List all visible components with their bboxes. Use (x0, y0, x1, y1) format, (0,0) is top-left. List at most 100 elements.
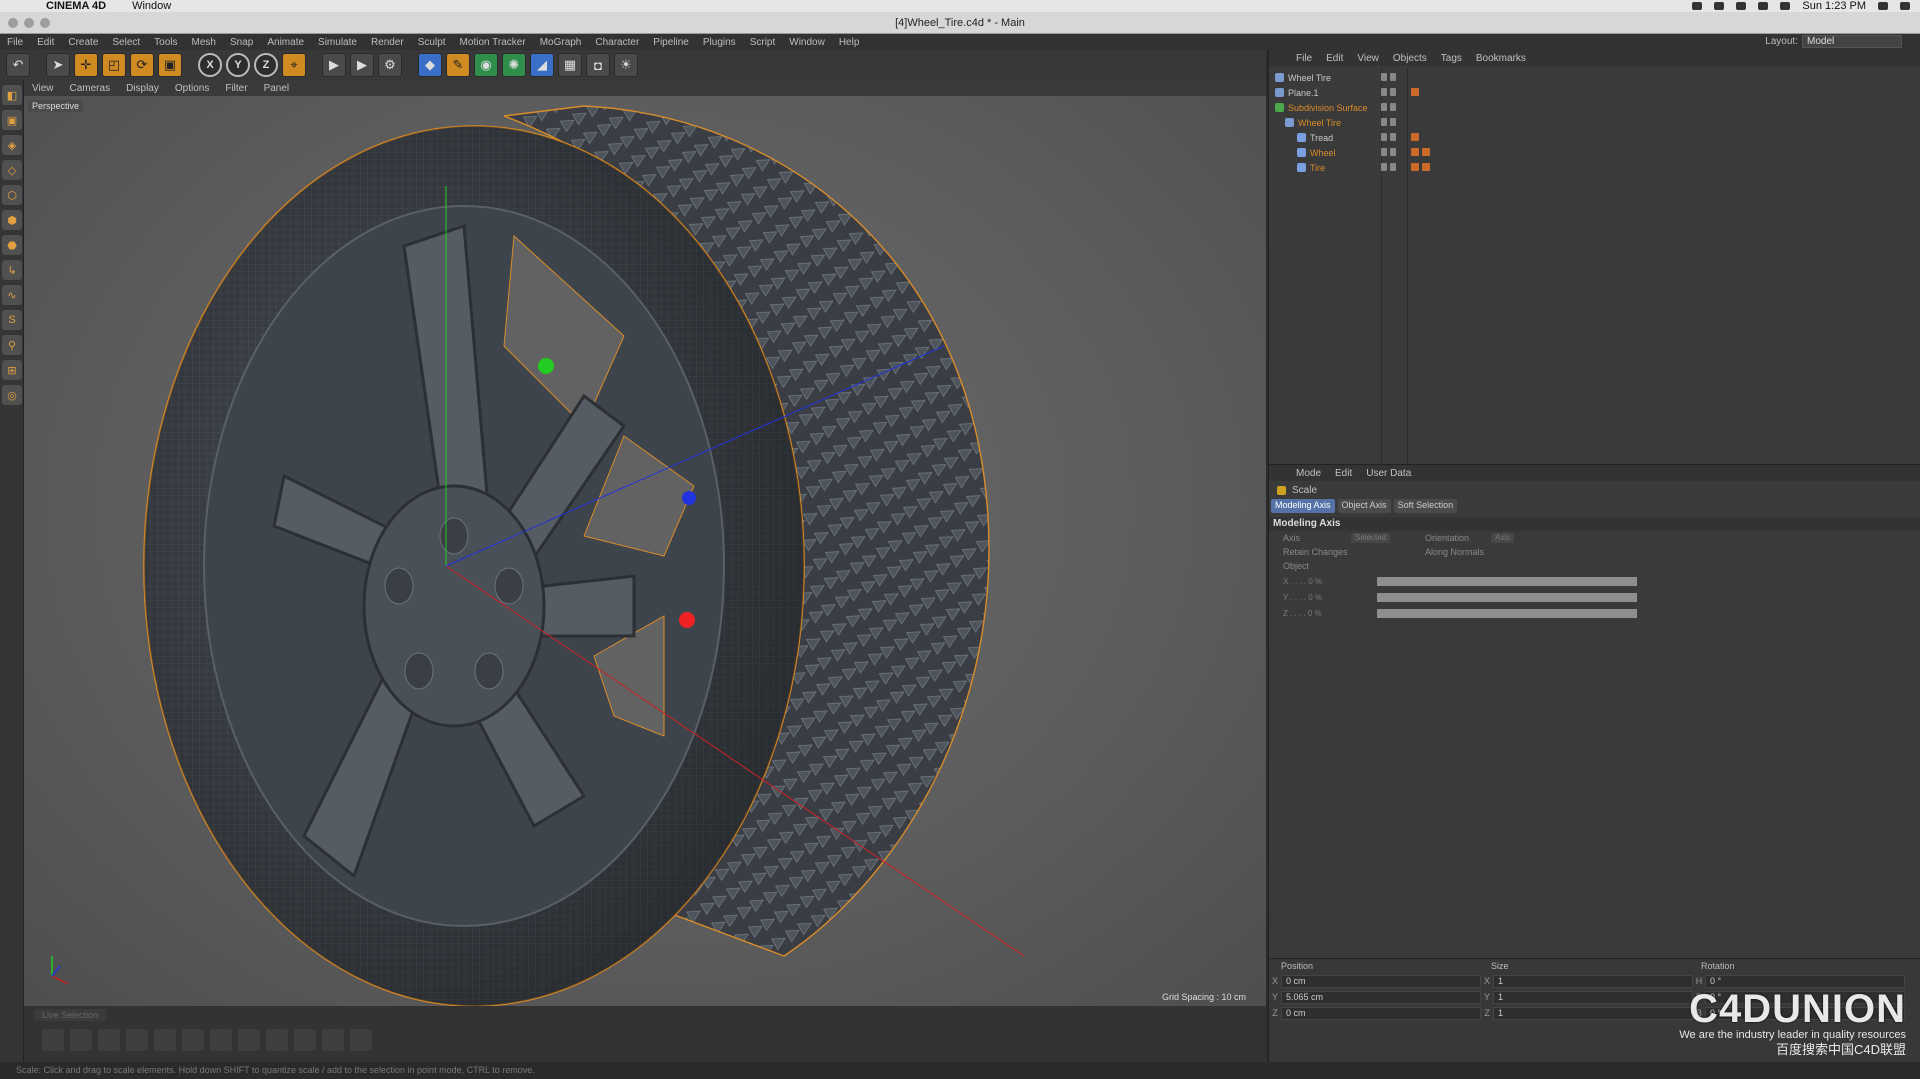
tool-icon[interactable] (70, 1029, 92, 1051)
visibility-flags[interactable] (1381, 103, 1396, 111)
edges-mode-icon[interactable]: ⬢ (2, 210, 22, 230)
object-name[interactable]: Wheel Tire (1288, 73, 1331, 83)
object-tags[interactable] (1411, 133, 1419, 141)
solo-icon[interactable]: ◎ (2, 385, 22, 405)
wheel-tire-model[interactable] (24, 96, 1266, 1006)
object-tags[interactable] (1411, 148, 1430, 156)
object-tags[interactable] (1411, 88, 1419, 96)
tool-icon[interactable] (238, 1029, 260, 1051)
floor-scene-icon[interactable]: ▦ (558, 53, 582, 77)
y-slider[interactable]: Y . . . . 0 % (1269, 589, 1920, 605)
visibility-flags[interactable] (1381, 133, 1396, 141)
menu-mesh[interactable]: Mesh (185, 37, 223, 48)
light-icon[interactable]: ☀ (614, 53, 638, 77)
tool-icon[interactable] (322, 1029, 344, 1051)
axis-dropdown[interactable]: Selected (1351, 533, 1391, 543)
model-mode-icon[interactable]: ▣ (2, 110, 22, 130)
visibility-flags[interactable] (1381, 73, 1396, 81)
selection-tool-icon[interactable]: ➤ (46, 53, 70, 77)
menu-snap[interactable]: Snap (223, 37, 260, 48)
clock[interactable]: Sun 1:23 PM (1802, 0, 1866, 12)
menu-select[interactable]: Select (105, 37, 147, 48)
menu-simulate[interactable]: Simulate (311, 37, 364, 48)
undo-icon[interactable]: ↶ (6, 53, 30, 77)
om-menu-file[interactable]: File (1289, 53, 1319, 64)
menu-file[interactable]: File (0, 37, 30, 48)
window-menu[interactable]: Window (132, 0, 171, 12)
menu-edit[interactable]: Edit (30, 37, 61, 48)
menu-create[interactable]: Create (61, 37, 105, 48)
deformer-icon[interactable]: ◢ (530, 53, 554, 77)
tool-icon[interactable] (294, 1029, 316, 1051)
object-name[interactable]: Wheel (1310, 148, 1336, 158)
z-slider-bar[interactable] (1377, 609, 1637, 618)
x-slider-bar[interactable] (1377, 577, 1637, 586)
size-y-field[interactable]: 1 (1493, 990, 1693, 1004)
object-tags[interactable] (1411, 163, 1430, 171)
menu-script[interactable]: Script (743, 37, 783, 48)
object-row[interactable]: Tire (1271, 160, 1881, 175)
menu-tools[interactable]: Tools (147, 37, 184, 48)
render-view-icon[interactable]: ▶ (322, 53, 346, 77)
x-scale-handle[interactable] (679, 612, 695, 628)
tool-icon[interactable] (210, 1029, 232, 1051)
tool-icon[interactable] (154, 1029, 176, 1051)
visibility-flags[interactable] (1381, 118, 1396, 126)
render-picture-viewer-icon[interactable]: ▶ (350, 53, 374, 77)
planar-workplane-icon[interactable]: ⊞ (2, 360, 22, 380)
points-mode-icon[interactable]: ⬡ (2, 185, 22, 205)
object-name[interactable]: Subdivision Surface (1288, 103, 1368, 113)
subdivision-surface-icon[interactable]: ◉ (474, 53, 498, 77)
minimize-window-button[interactable] (24, 18, 34, 28)
battery-icon[interactable] (1736, 2, 1747, 10)
menu-character[interactable]: Character (588, 37, 646, 48)
rotate-tool-icon[interactable]: ⟳ (130, 53, 154, 77)
tool-icon[interactable] (350, 1029, 372, 1051)
rotation-h-field[interactable]: 0 ° (1705, 974, 1905, 988)
viewport-camera-label[interactable]: Perspective (28, 100, 84, 112)
volume-icon[interactable] (1780, 2, 1791, 10)
am-menu-user-data[interactable]: User Data (1359, 468, 1418, 479)
wifi-icon[interactable] (1758, 2, 1769, 10)
z-axis-lock-button[interactable]: Z (254, 53, 278, 77)
tool-icon[interactable] (126, 1029, 148, 1051)
tab-modeling-axis[interactable]: Modeling Axis (1271, 499, 1335, 513)
visibility-flags[interactable] (1381, 148, 1396, 156)
dropbox-icon[interactable] (1714, 2, 1725, 10)
position-y-field[interactable]: 5.065 cm (1281, 990, 1481, 1004)
recent-tool-icon[interactable]: ▣ (158, 53, 182, 77)
tool-icon[interactable] (42, 1029, 64, 1051)
position-z-field[interactable]: 0 cm (1281, 1006, 1481, 1020)
x-slider[interactable]: X . . . . 0 % (1269, 573, 1920, 589)
menu-sculpt[interactable]: Sculpt (411, 37, 453, 48)
search-icon[interactable] (1878, 2, 1888, 10)
om-menu-tags[interactable]: Tags (1434, 53, 1469, 64)
om-menu-view[interactable]: View (1350, 53, 1386, 64)
live-selection-tab[interactable]: Live Selection (34, 1009, 107, 1021)
polygons-mode-icon[interactable]: ⬣ (2, 235, 22, 255)
y-scale-handle[interactable] (538, 358, 554, 374)
om-menu-edit[interactable]: Edit (1319, 53, 1350, 64)
mograph-cloner-icon[interactable]: ✺ (502, 53, 526, 77)
object-row[interactable]: Wheel Tire (1271, 70, 1881, 85)
visibility-flags[interactable] (1381, 88, 1396, 96)
size-x-field[interactable]: 1 (1493, 974, 1693, 988)
object-row[interactable]: Wheel Tire (1271, 115, 1881, 130)
workplane-mode-icon[interactable]: ◇ (2, 160, 22, 180)
3d-viewport[interactable]: Perspective Grid Spacing : 10 cm (24, 96, 1266, 1006)
object-name[interactable]: Tire (1310, 163, 1325, 173)
zoom-window-button[interactable] (40, 18, 50, 28)
along-normals-checkbox[interactable]: Along Normals (1425, 547, 1484, 557)
z-scale-handle[interactable] (682, 491, 696, 505)
menu-plugins[interactable]: Plugins (696, 37, 743, 48)
size-z-field[interactable]: 1 (1493, 1006, 1693, 1020)
app-menu[interactable]: CINEMA 4D (46, 0, 106, 12)
tool-icon[interactable] (98, 1029, 120, 1051)
retain-changes-checkbox[interactable]: Retain Changes (1283, 547, 1348, 557)
tweak-mode-icon[interactable]: ∿ (2, 285, 22, 305)
menu-window[interactable]: Window (782, 37, 832, 48)
tool-icon[interactable] (266, 1029, 288, 1051)
om-menu-bookmarks[interactable]: Bookmarks (1469, 53, 1533, 64)
object-row[interactable]: Subdivision Surface (1271, 100, 1881, 115)
layout-dropdown[interactable]: Model (1802, 35, 1902, 48)
